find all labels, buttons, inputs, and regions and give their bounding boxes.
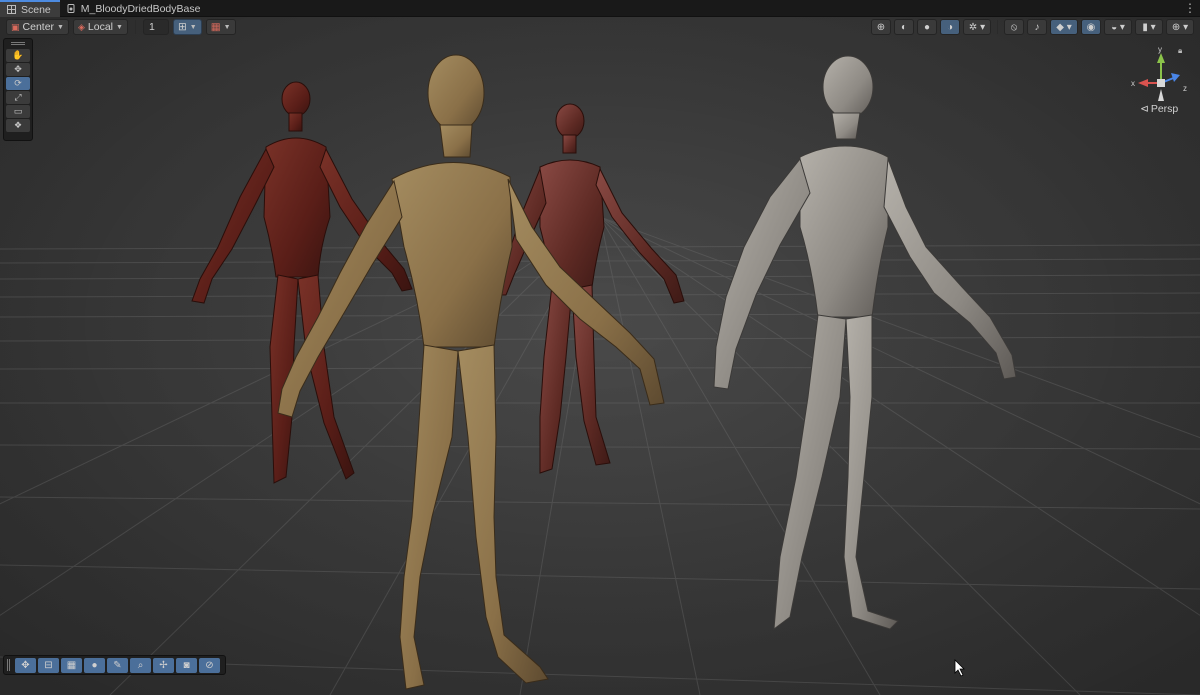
- move-tool-icon[interactable]: ✥: [6, 63, 30, 76]
- effects-toggle-icon[interactable]: ◆ ▾: [1050, 19, 1078, 35]
- lit-shading-icon[interactable]: ◑: [940, 19, 960, 35]
- grid-overlay-icon[interactable]: ▦: [61, 657, 82, 673]
- palette-grip-icon[interactable]: [11, 42, 25, 45]
- gizmo-z-label: z: [1183, 84, 1187, 93]
- move-overlay-icon[interactable]: ✥: [15, 657, 36, 673]
- scene-view[interactable]: ▣ Center ▼ ◈ Local ▼ 1 ⊞ ▼ ▦ ▼ ⊕ ◐ ● ◑ ✲…: [0, 17, 1200, 695]
- gizmo-y-label: y: [1158, 45, 1162, 54]
- camera-overlay-icon[interactable]: ◙: [176, 657, 197, 673]
- grid-snap-icon: ⊞: [177, 21, 187, 33]
- audio-toggle-icon[interactable]: ♪: [1027, 19, 1047, 35]
- pivot-rotation-dropdown[interactable]: ◈ Local ▼: [72, 19, 128, 35]
- transform-tool-icon[interactable]: ❖: [6, 119, 30, 132]
- material-icon: [67, 4, 75, 13]
- toolbar-divider: [997, 20, 998, 34]
- pivot-rotation-label: Local: [87, 21, 113, 33]
- shaded-wireframe-icon[interactable]: ◐: [894, 19, 914, 35]
- scale-overlay-icon[interactable]: ⊟: [38, 657, 59, 673]
- search-icon[interactable]: ⌕: [130, 657, 151, 673]
- pivot-overlay-icon[interactable]: ✢: [153, 657, 174, 673]
- projection-toggle[interactable]: ⊲ Persp: [1140, 103, 1178, 115]
- toolbar-grip-icon[interactable]: [7, 659, 10, 671]
- gizmo-x-label: x: [1131, 79, 1135, 88]
- sphere-overlay-icon[interactable]: ●: [84, 657, 105, 673]
- scale-tool-icon[interactable]: ⤢: [6, 91, 30, 104]
- x-axis-cone-icon: [1138, 79, 1148, 87]
- persp-icon: ⊲: [1140, 103, 1149, 115]
- pivot-icon: ▣: [11, 21, 20, 32]
- shaded-icon[interactable]: ●: [917, 19, 937, 35]
- grid-visibility-icon: ▦: [210, 21, 221, 33]
- chevron-down-icon: ▼: [57, 23, 64, 31]
- pivot-mode-dropdown[interactable]: ▣ Center ▼: [6, 19, 69, 35]
- scene-viewport[interactable]: [0, 17, 1200, 695]
- tab-scene[interactable]: Scene: [0, 0, 60, 17]
- increment-value: 1: [148, 21, 155, 33]
- projection-label: Persp: [1150, 103, 1179, 115]
- pivot-mode-label: Center: [22, 21, 55, 33]
- grid-snap-dropdown[interactable]: ⊞ ▼: [172, 19, 202, 35]
- grid-visibility-dropdown[interactable]: ▦ ▼: [205, 19, 236, 35]
- scene-toolbar: ▣ Center ▼ ◈ Local ▼ 1 ⊞ ▼ ▦ ▼ ⊕ ◐ ● ◑ ✲…: [0, 17, 1200, 37]
- hand-tool-icon[interactable]: ✋: [6, 49, 30, 62]
- gizmos-icon[interactable]: ⊕ ▾: [1166, 19, 1194, 35]
- compass-overlay-icon[interactable]: ⊘: [199, 657, 220, 673]
- draw-mode-icon[interactable]: ◒ ▾: [1104, 19, 1132, 35]
- camera-settings-icon[interactable]: ▮ ▾: [1135, 19, 1163, 35]
- chevron-down-icon: ▼: [223, 23, 231, 31]
- local-icon: ◈: [77, 21, 85, 32]
- lighting-toggle-icon[interactable]: ⦸: [1004, 19, 1024, 35]
- wireframe-shading-icon[interactable]: ⊕: [871, 19, 891, 35]
- more-options-icon[interactable]: ⋮: [1180, 0, 1200, 16]
- scene-view-options: ⊕ ◐ ● ◑ ✲ ▾ ⦸ ♪ ◆ ▾ ◉ ◒ ▾ ▮ ▾ ⊕ ▾: [871, 19, 1194, 35]
- lock-icon[interactable]: 🔒︎: [1178, 46, 1182, 56]
- tool-palette: ✋ ✥ ⟳ ⤢ ▭ ❖: [3, 38, 33, 141]
- chevron-down-icon: ▼: [189, 23, 197, 31]
- toolbar-divider: [134, 20, 136, 34]
- gizmo-center-cube-icon: [1157, 79, 1165, 87]
- bottom-overlay-toolbar: ✥ ⊟ ▦ ● ✎ ⌕ ✢ ◙ ⊘: [3, 655, 226, 675]
- scene-grid-icon: [7, 5, 16, 14]
- tab-label: Scene: [21, 3, 51, 16]
- editor-tab-bar: Scene M_BloodyDriedBodyBase ⋮: [0, 0, 1200, 17]
- scene-visibility-icon[interactable]: ◉: [1081, 19, 1101, 35]
- measure-overlay-icon[interactable]: ✎: [107, 657, 128, 673]
- tab-material[interactable]: M_BloodyDriedBodyBase: [60, 0, 210, 17]
- rotate-tool-icon[interactable]: ⟳: [6, 77, 30, 90]
- rect-tool-icon[interactable]: ▭: [6, 105, 30, 118]
- debug-draw-mode-icon[interactable]: ✲ ▾: [963, 19, 991, 35]
- increment-snap-field[interactable]: 1: [142, 19, 169, 35]
- chevron-down-icon: ▼: [116, 23, 123, 31]
- tab-label: M_BloodyDriedBodyBase: [80, 2, 201, 15]
- y-axis-cone-icon: [1157, 53, 1165, 63]
